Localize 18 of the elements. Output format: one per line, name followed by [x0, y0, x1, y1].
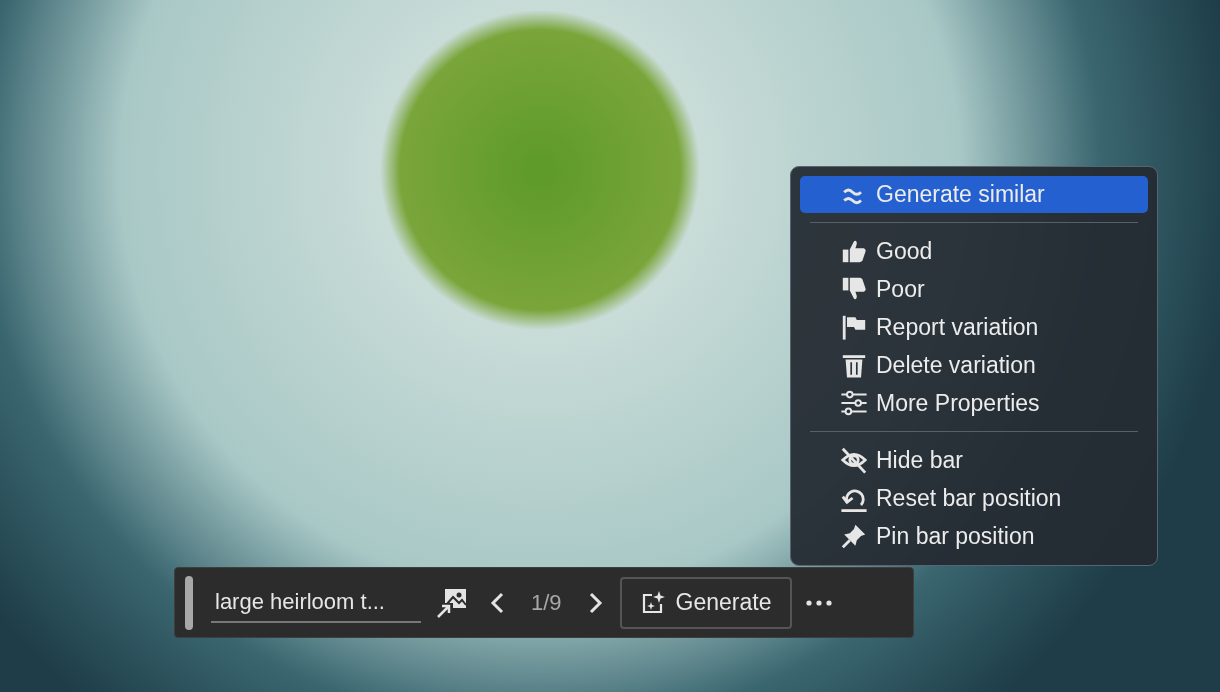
variation-counter: 1/9 [530, 589, 563, 616]
drag-handle[interactable] [185, 575, 193, 630]
flag-icon [840, 313, 868, 341]
pin-icon [840, 522, 868, 550]
menu-item[interactable]: More Properties [800, 384, 1148, 422]
sliders-icon [840, 389, 868, 417]
menu-item[interactable]: Generate similar [800, 176, 1148, 213]
menu-item[interactable]: Hide bar [800, 441, 1148, 479]
generate-button[interactable]: Generate [619, 576, 792, 629]
menu-item[interactable]: Delete variation [800, 346, 1148, 384]
prompt-field[interactable]: large heirloom t... [211, 582, 421, 623]
menu-item[interactable]: Pin bar position [800, 517, 1148, 555]
menu-item[interactable]: Good [800, 232, 1148, 270]
eye-slash-icon [840, 446, 868, 474]
menu-item[interactable]: Report variation [800, 308, 1148, 346]
more-icon [805, 599, 832, 606]
menu-item[interactable]: Reset bar position [800, 479, 1148, 517]
menu-item[interactable]: Poor [800, 270, 1148, 308]
